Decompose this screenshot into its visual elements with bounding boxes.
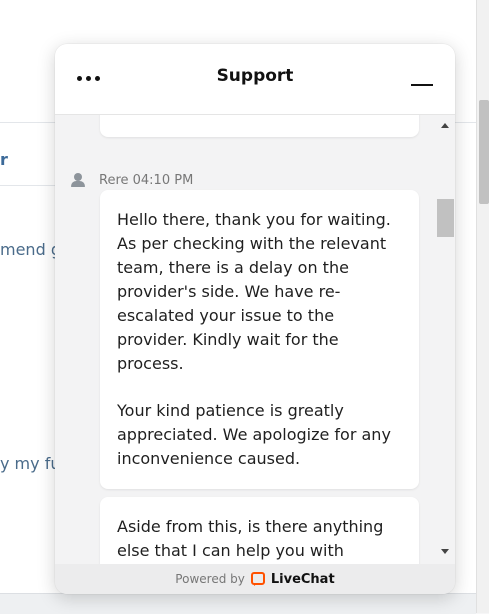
page-scrollbar[interactable] [476, 0, 489, 613]
chat-scrollbar-thumb[interactable] [437, 199, 454, 237]
message-paragraph: Your kind patience is greatly appreciate… [117, 401, 391, 468]
chat-scrollbar[interactable] [436, 115, 455, 564]
message-text: Hello there, thank you for waiting. As p… [117, 208, 406, 471]
chat-title: Support [216, 66, 294, 86]
background-footer [0, 593, 476, 614]
powered-by-footer[interactable]: Powered by LiveChat [55, 564, 455, 594]
message-meta: Rere 04:10 PM [71, 172, 193, 188]
message-text: Aside from this, is there anything else … [117, 515, 406, 563]
message-list[interactable]: Rere 04:10 PM Hello there, thank you for… [55, 115, 437, 564]
message-bubble: Aside from this, is there anything else … [100, 497, 419, 564]
message-author-time: Rere 04:10 PM [99, 172, 194, 188]
page-scrollbar-thumb[interactable] [479, 100, 489, 204]
scroll-down-arrow-icon[interactable] [441, 549, 449, 554]
message-bubble: Hello there, thank you for waiting. As p… [100, 190, 419, 489]
chat-widget: Support Rere 04:10 PM Hello there, thank… [55, 44, 455, 594]
chat-header: Support [55, 44, 455, 115]
background-fragment: r [0, 150, 8, 169]
livechat-logo-icon [250, 572, 265, 586]
background-divider [0, 185, 60, 186]
scroll-up-arrow-icon[interactable] [441, 123, 449, 128]
powered-by-text: Powered by [175, 572, 245, 586]
minimize-icon[interactable] [407, 70, 437, 92]
previous-message-bubble [100, 115, 419, 137]
user-avatar-icon [71, 173, 85, 187]
livechat-brand[interactable]: LiveChat [271, 572, 335, 587]
message-paragraph: Aside from this, is there anything else … [117, 517, 384, 560]
message-paragraph: Hello there, thank you for waiting. As p… [117, 210, 391, 373]
